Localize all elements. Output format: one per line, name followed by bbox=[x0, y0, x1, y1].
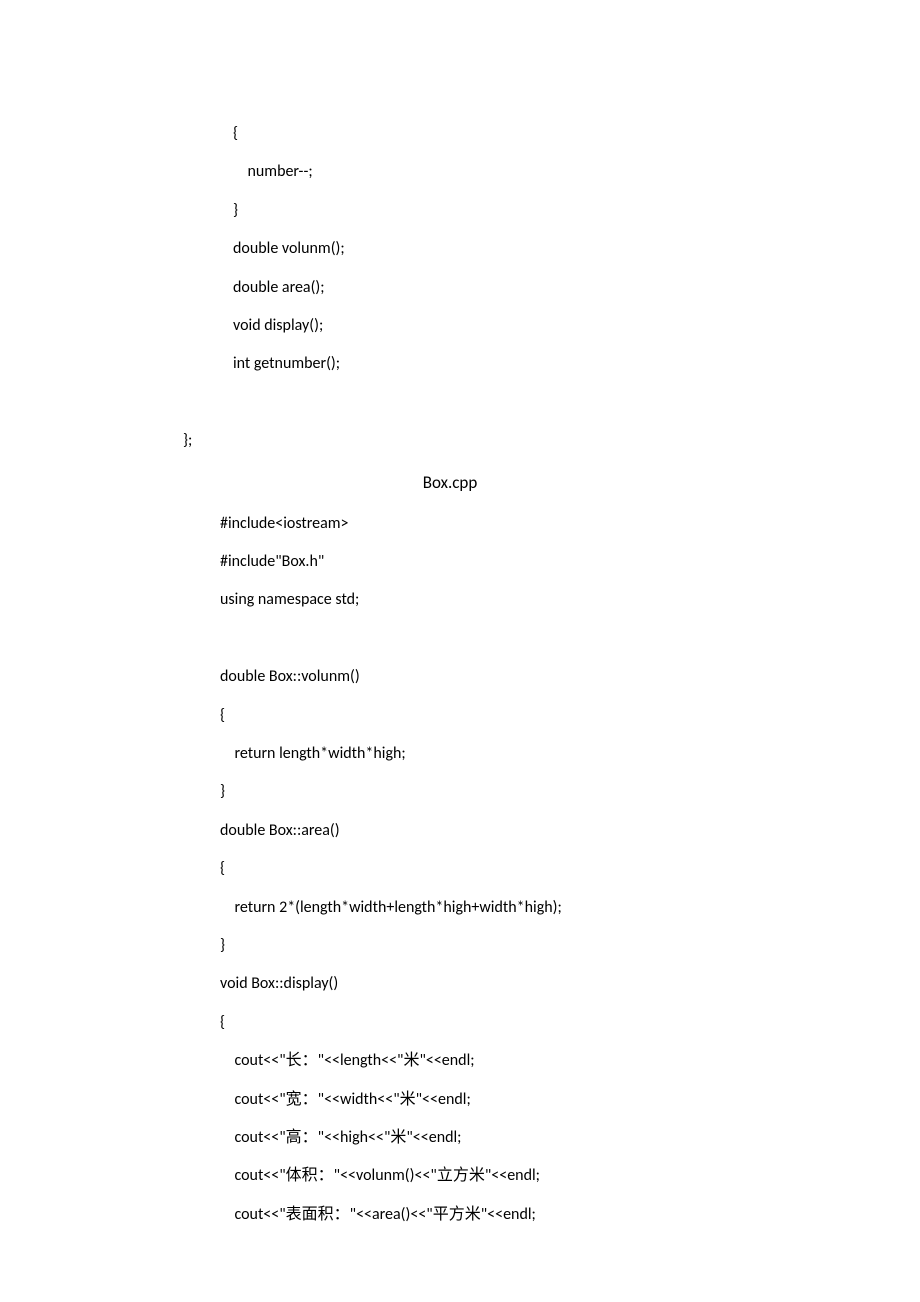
code-line: #include"Box.h" bbox=[220, 543, 920, 581]
code-line: { bbox=[220, 850, 920, 888]
section-title: Box.cpp bbox=[0, 461, 920, 505]
code-line: } bbox=[220, 773, 920, 811]
code-line: using namespace std; bbox=[220, 581, 920, 619]
class-close-block: }; bbox=[0, 384, 920, 461]
code-line: cout<<"高："<<high<<"米"<<endl; bbox=[220, 1119, 920, 1157]
code-line bbox=[220, 620, 920, 658]
cpp-code-block: #include<iostream> #include"Box.h" using… bbox=[0, 505, 920, 1234]
code-line: #include<iostream> bbox=[220, 505, 920, 543]
code-line: return 2*(length*width+length*high+width… bbox=[220, 889, 920, 927]
code-line: { bbox=[220, 1004, 920, 1042]
code-line: int getnumber(); bbox=[233, 345, 920, 383]
code-line: cout<<"宽："<<width<<"米"<<endl; bbox=[220, 1081, 920, 1119]
code-line: } bbox=[233, 192, 920, 230]
code-line: }; bbox=[183, 422, 920, 460]
code-line: cout<<"长："<<length<<"米"<<endl; bbox=[220, 1042, 920, 1080]
code-line: cout<<"表面积："<<area()<<"平方米"<<endl; bbox=[220, 1196, 920, 1234]
code-line: void Box::display() bbox=[220, 965, 920, 1003]
code-line: double Box::volunm() bbox=[220, 658, 920, 696]
header-code-block: { number--; } double volunm(); double ar… bbox=[0, 115, 920, 384]
code-line bbox=[183, 384, 920, 422]
code-line: double volunm(); bbox=[233, 230, 920, 268]
code-line: number--; bbox=[233, 153, 920, 191]
code-line: double Box::area() bbox=[220, 812, 920, 850]
code-line: { bbox=[220, 697, 920, 735]
code-line: double area(); bbox=[233, 269, 920, 307]
code-line: cout<<"体积："<<volunm()<<"立方米"<<endl; bbox=[220, 1157, 920, 1195]
code-line: void display(); bbox=[233, 307, 920, 345]
document-page: { number--; } double volunm(); double ar… bbox=[0, 0, 920, 1234]
code-line: return length*width*high; bbox=[220, 735, 920, 773]
code-line: } bbox=[220, 927, 920, 965]
code-line: { bbox=[233, 115, 920, 153]
